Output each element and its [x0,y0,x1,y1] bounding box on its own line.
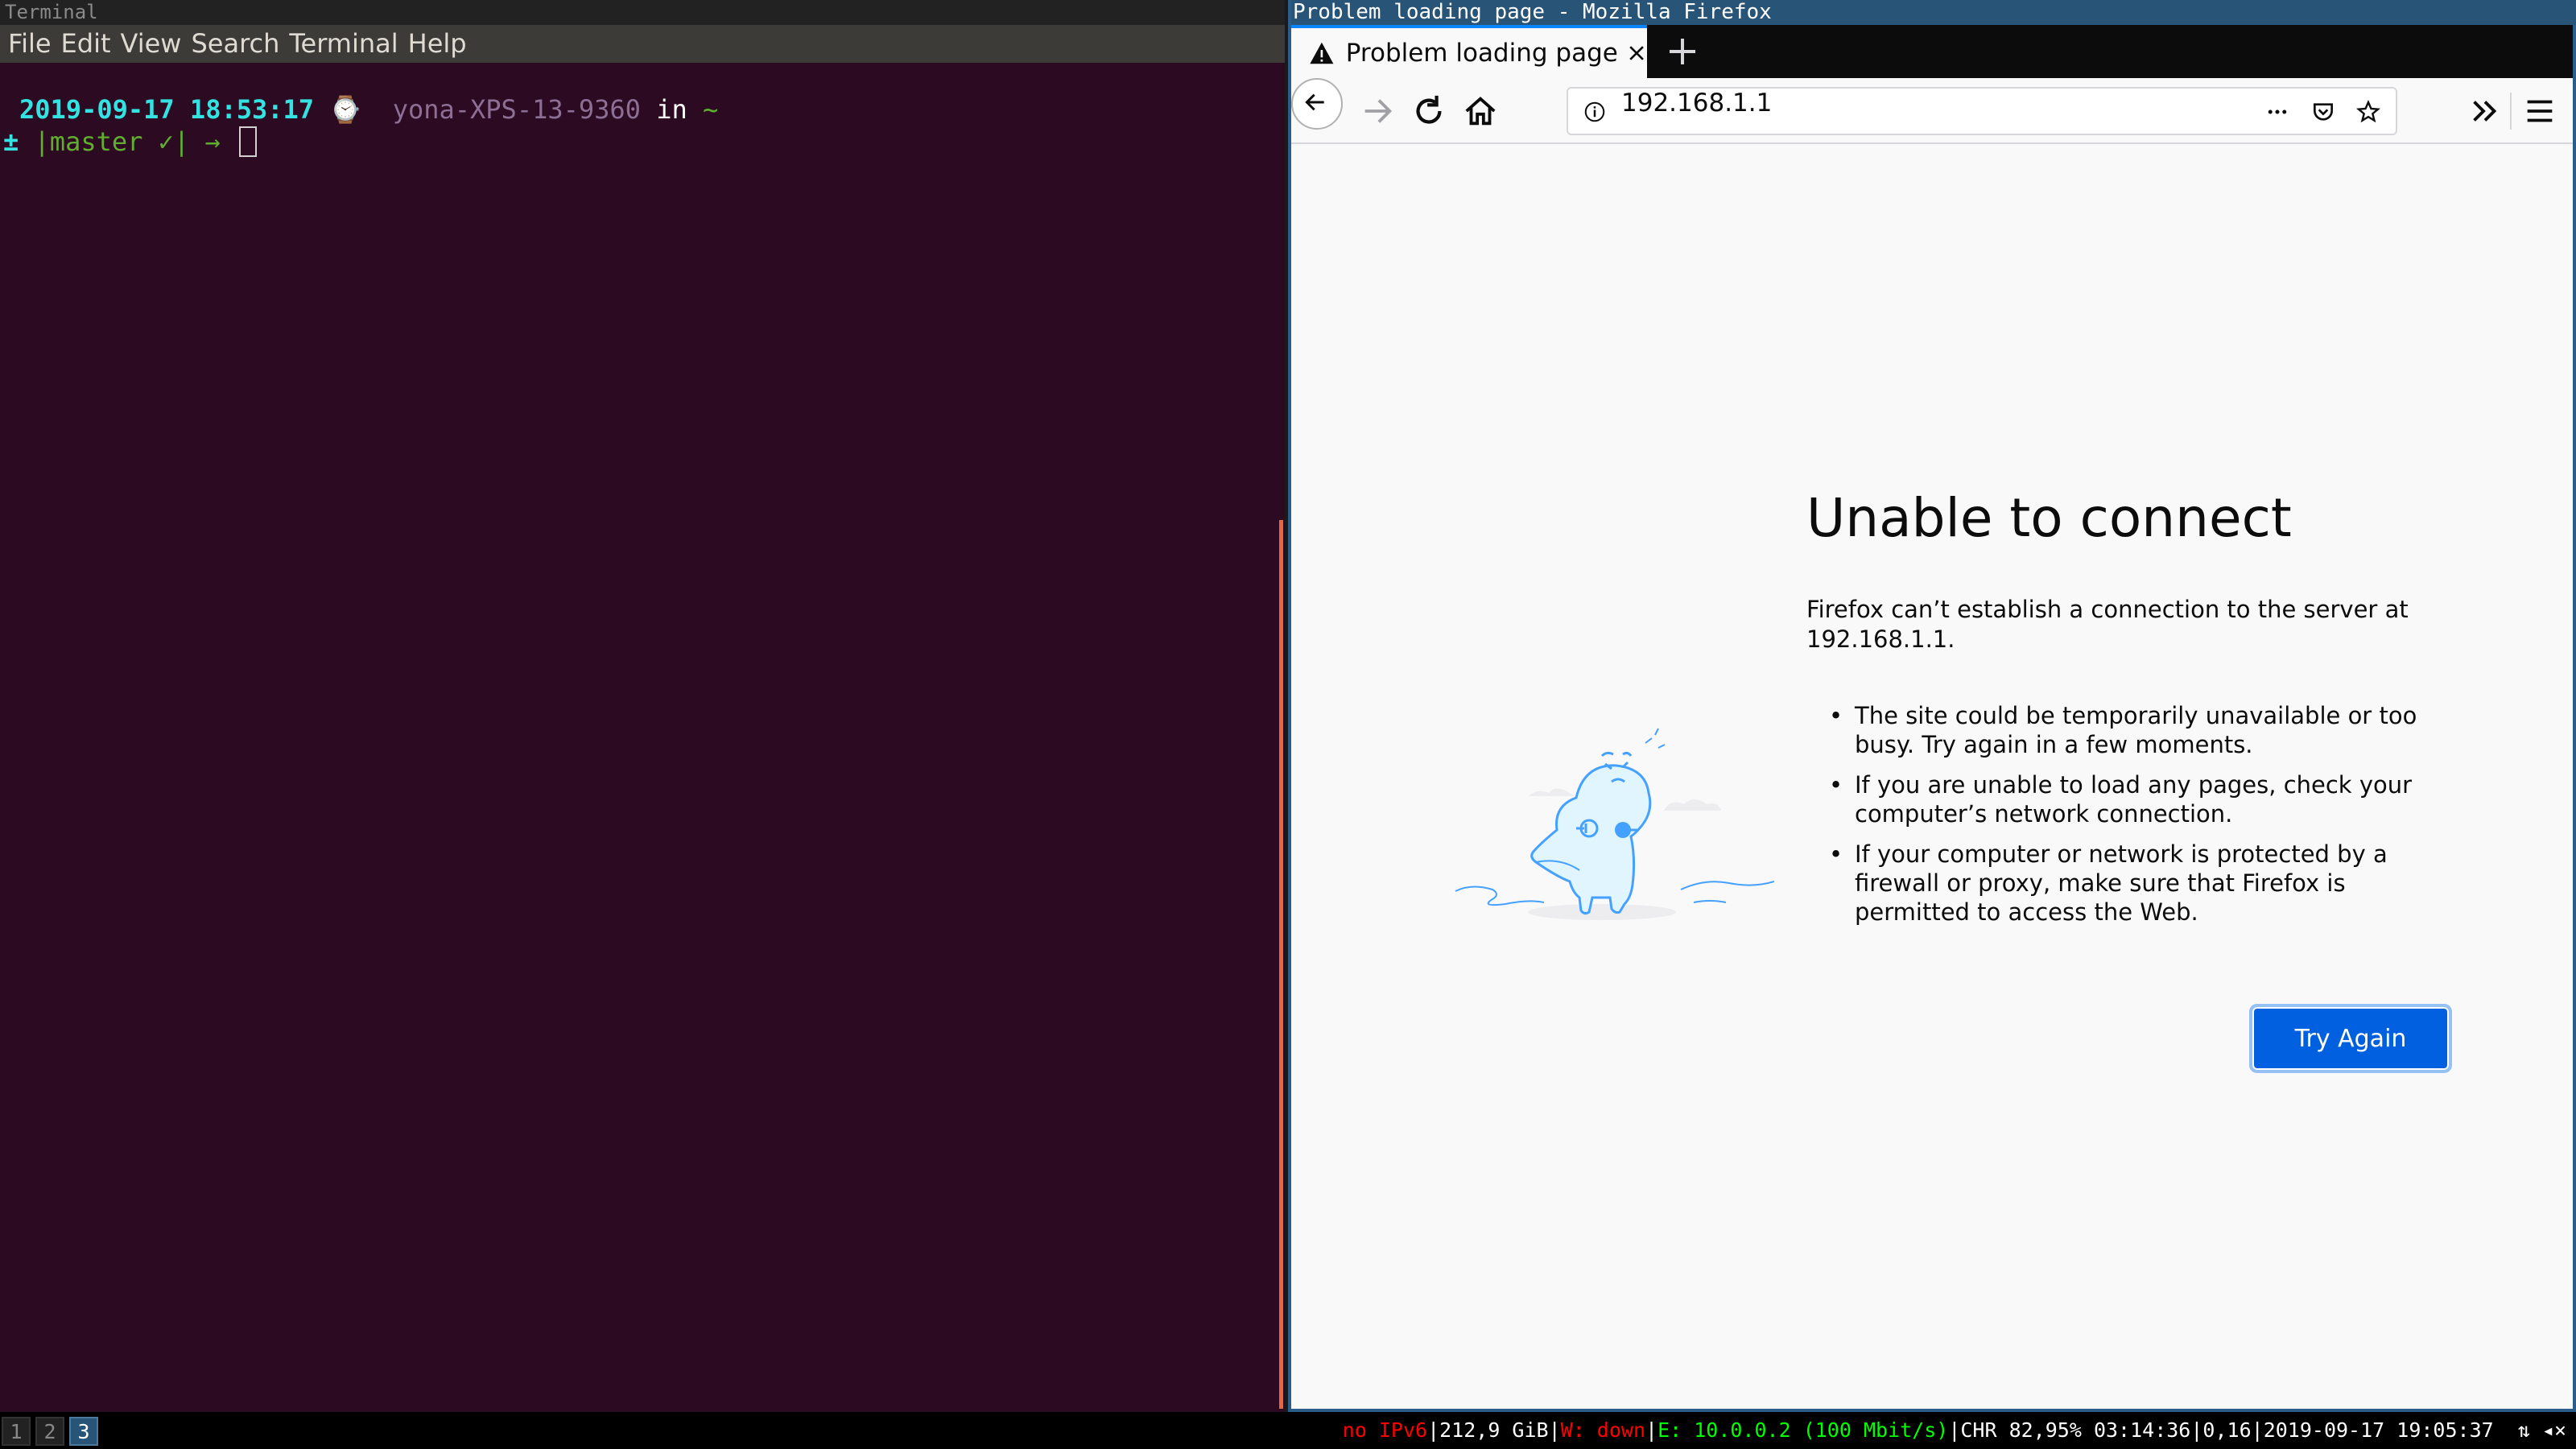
terminal-window-title: Terminal [0,0,1285,25]
error-title: Unable to connect [1806,487,2292,549]
page-actions-icon[interactable] [2265,100,2289,124]
menu-terminal[interactable]: Terminal [289,25,398,63]
tab-problem-loading[interactable]: Problem loading page [1291,25,1647,78]
pocket-icon[interactable] [2310,99,2336,125]
disk-status: 212,9 GiB [1439,1418,1549,1442]
try-again-button[interactable]: Try Again [2254,1009,2447,1068]
firefox-window-title: Problem loading page - Mozilla Firefox [1291,0,2576,25]
status-bar: 1 2 3 no IPv6 | 212,9 GiB | W: down | E: 10.0.… [0,1412,2576,1449]
prompt-host: yona-XPS-13-9360 [392,94,641,125]
tab-strip: Problem loading page [1291,25,2573,78]
home-icon[interactable] [1462,93,1499,130]
prompt-line-1: 2019-09-17 18:53:17 ⌚ yona-XPS-13-9360 i… [19,93,718,126]
workspace-2-button[interactable]: 2 [35,1417,64,1446]
error-description: Firefox can’t establish a connection to … [1806,596,2409,653]
tab-title: Problem loading page [1345,39,1618,68]
wireless-status: W: down [1560,1418,1646,1442]
prompt-in: in [656,94,687,125]
terminal-scrollbar[interactable] [1279,520,1283,1409]
menu-view[interactable]: View [121,25,182,63]
ethernet-status: E: 10.0.0.2 (100 Mbit/s) [1657,1418,1949,1442]
page-content: Unable to connect Firefox can’t establis… [1291,144,2573,1409]
prompt-plusminus: ± [3,126,19,157]
bookmark-star-icon[interactable] [2355,99,2381,125]
ipv6-status: no IPv6 [1342,1418,1428,1442]
clock-icon: ⌚ [329,94,362,125]
menu-search[interactable]: Search [191,25,279,63]
terminal-cursor [238,126,257,157]
terminal-menubar: File Edit View Search Terminal Help [0,25,1285,63]
error-suggestions: The site could be temporarily unavailabl… [1806,701,2450,938]
menu-help[interactable]: Help [408,25,467,63]
load-status: 0,16 [2202,1418,2252,1442]
reload-icon[interactable] [1410,93,1447,130]
warning-icon [1310,42,1334,64]
suggestion-item: If your computer or network is protected… [1806,840,2450,927]
new-tab-icon[interactable] [1666,35,1699,68]
close-tab-icon[interactable] [1626,42,1647,64]
prompt-arrow: → [204,126,221,157]
clock-status: 2019-09-17 19:05:37 [2263,1418,2494,1442]
prompt-dir: ~ [703,94,719,125]
prompt-line-2: ± |master ✓| → [3,126,257,158]
menu-edit[interactable]: Edit [61,25,111,63]
menu-file[interactable]: File [8,25,52,63]
status-items: no IPv6 | 212,9 GiB | W: down | E: 10.0.0.2 (1… [1343,1412,2566,1449]
overflow-chevron-icon[interactable] [2467,93,2504,130]
prompt-datetime: 2019-09-17 18:53:17 [19,94,315,125]
suggestion-item: The site could be temporarily unavailabl… [1806,701,2450,759]
toolbar-separator [2510,93,2512,130]
url-text[interactable]: 192.168.1.1 [1621,89,1772,118]
terminal-body[interactable]: 2019-09-17 18:53:17 ⌚ yona-XPS-13-9360 i… [0,63,1285,1412]
back-button[interactable] [1291,78,1343,130]
info-icon[interactable] [1583,100,1607,124]
navigation-toolbar: 192.168.1.1 [1291,78,2573,144]
back-arrow-icon [1305,93,1324,111]
sad-dinosaur-illustration [1455,728,1774,920]
workspace-1-button[interactable]: 1 [2,1417,31,1446]
tray-icons[interactable]: ⇅ ◂× [2494,1412,2566,1449]
forward-arrow-icon[interactable] [1359,93,1396,130]
suggestion-item: If you are unable to load any pages, che… [1806,770,2450,828]
workspace-3-button[interactable]: 3 [69,1417,98,1446]
prompt-git-branch: |master ✓| [34,126,190,157]
hamburger-menu-icon[interactable] [2521,93,2558,130]
url-bar[interactable]: 192.168.1.1 [1567,87,2397,135]
battery-status: CHR 82,95% 03:14:36 [1960,1418,2191,1442]
